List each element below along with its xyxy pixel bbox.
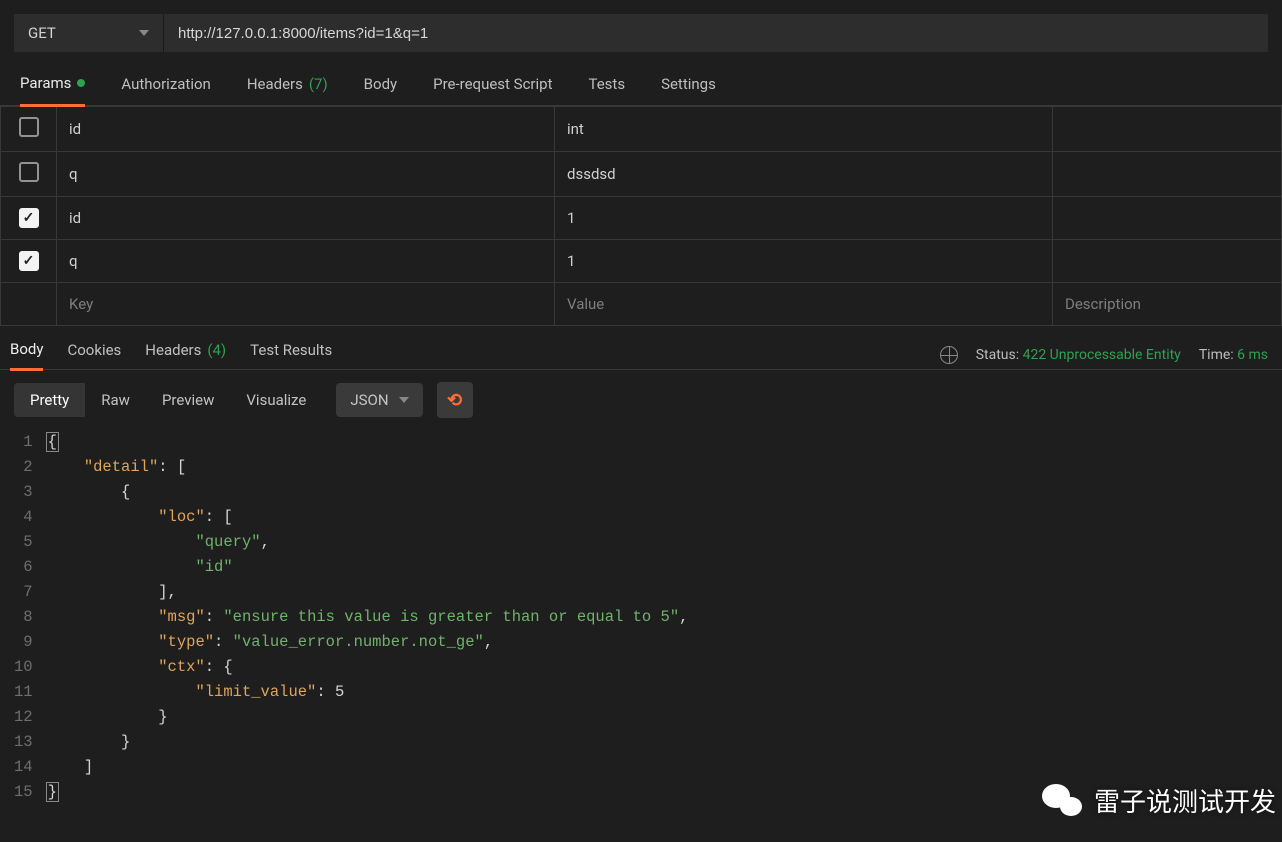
tab-headers-count: (7) (309, 75, 328, 93)
table-row[interactable]: id int (1, 107, 1282, 152)
table-row[interactable]: q dssdsd (1, 152, 1282, 197)
table-row-new[interactable]: Key Value Description (1, 283, 1282, 326)
view-visualize-button[interactable]: Visualize (230, 383, 322, 417)
response-tab-cookies[interactable]: Cookies (67, 340, 121, 369)
tab-tests[interactable]: Tests (588, 74, 625, 105)
watermark-text: 雷子说测试开发 (1094, 782, 1276, 819)
view-preview-button[interactable]: Preview (146, 383, 230, 417)
table-row[interactable]: q 1 (1, 240, 1282, 283)
param-key-placeholder[interactable]: Key (57, 283, 555, 326)
tab-headers-label: Headers (247, 75, 303, 93)
tab-settings[interactable]: Settings (661, 74, 716, 105)
response-tab-headers-label: Headers (145, 341, 201, 359)
params-active-dot-icon (77, 79, 85, 87)
time-label: Time: (1199, 347, 1234, 363)
request-tabs: Params Authorization Headers (7) Body Pr… (0, 52, 1282, 106)
param-key-cell[interactable]: q (57, 240, 555, 283)
view-raw-button[interactable]: Raw (85, 383, 146, 417)
param-desc-cell[interactable] (1053, 152, 1282, 197)
param-key-cell[interactable]: id (57, 197, 555, 240)
param-value-cell[interactable]: int (555, 107, 1053, 152)
param-value-cell[interactable]: dssdsd (555, 152, 1053, 197)
response-meta: Status: 422 Unprocessable Entity Time: 6… (940, 346, 1268, 364)
param-key-cell[interactable]: q (57, 152, 555, 197)
params-table: id int q dssdsd id 1 q 1 Key Value Descr… (0, 106, 1282, 326)
tab-params-label: Params (20, 74, 71, 92)
response-body-editor[interactable]: 123 456 789 101112 131415 { "detail": [ … (0, 430, 1282, 805)
http-method-select[interactable]: GET (14, 14, 164, 52)
response-body-code: { "detail": [ { "loc": [ "query", "id" ]… (47, 430, 689, 805)
param-checkbox[interactable] (19, 117, 39, 137)
param-desc-placeholder[interactable]: Description (1053, 283, 1282, 326)
param-key-cell[interactable]: id (57, 107, 555, 152)
wrap-lines-button[interactable]: ⟲ (437, 382, 473, 418)
time-value: 6 ms (1237, 347, 1268, 363)
view-pretty-button[interactable]: Pretty (14, 383, 85, 417)
status-label: Status: (976, 347, 1019, 363)
param-value-cell[interactable]: 1 (555, 240, 1053, 283)
chevron-down-icon (139, 30, 149, 36)
param-value-placeholder[interactable]: Value (555, 283, 1053, 326)
param-desc-cell[interactable] (1053, 197, 1282, 240)
response-format-select[interactable]: JSON (336, 383, 422, 417)
tab-authorization[interactable]: Authorization (121, 74, 210, 105)
tab-body[interactable]: Body (364, 74, 397, 105)
response-tab-body[interactable]: Body (10, 340, 43, 371)
view-mode-group: Pretty Raw Preview Visualize (14, 383, 322, 417)
response-tab-headers[interactable]: Headers (4) (145, 340, 226, 369)
param-desc-cell[interactable] (1053, 107, 1282, 152)
wechat-icon (1040, 780, 1084, 820)
response-tab-headers-count: (4) (207, 341, 226, 359)
watermark: 雷子说测试开发 (1040, 780, 1276, 820)
url-input[interactable] (164, 14, 1268, 52)
response-format-label: JSON (350, 391, 388, 409)
param-checkbox[interactable] (19, 251, 39, 271)
http-method-label: GET (28, 24, 56, 42)
tab-pre-request-script[interactable]: Pre-request Script (433, 74, 552, 105)
param-value-cell[interactable]: 1 (555, 197, 1053, 240)
chevron-down-icon (399, 397, 409, 403)
response-tab-test-results[interactable]: Test Results (250, 340, 332, 369)
globe-icon[interactable] (940, 346, 958, 364)
table-row[interactable]: id 1 (1, 197, 1282, 240)
param-desc-cell[interactable] (1053, 240, 1282, 283)
wrap-icon: ⟲ (447, 390, 462, 411)
param-checkbox[interactable] (19, 162, 39, 182)
tab-params[interactable]: Params (20, 74, 85, 107)
status-value: 422 Unprocessable Entity (1023, 347, 1181, 363)
param-checkbox[interactable] (19, 208, 39, 228)
tab-headers[interactable]: Headers (7) (247, 74, 328, 105)
line-gutter: 123 456 789 101112 131415 (14, 430, 47, 805)
response-tabs: Body Cookies Headers (4) Test Results (10, 340, 332, 369)
